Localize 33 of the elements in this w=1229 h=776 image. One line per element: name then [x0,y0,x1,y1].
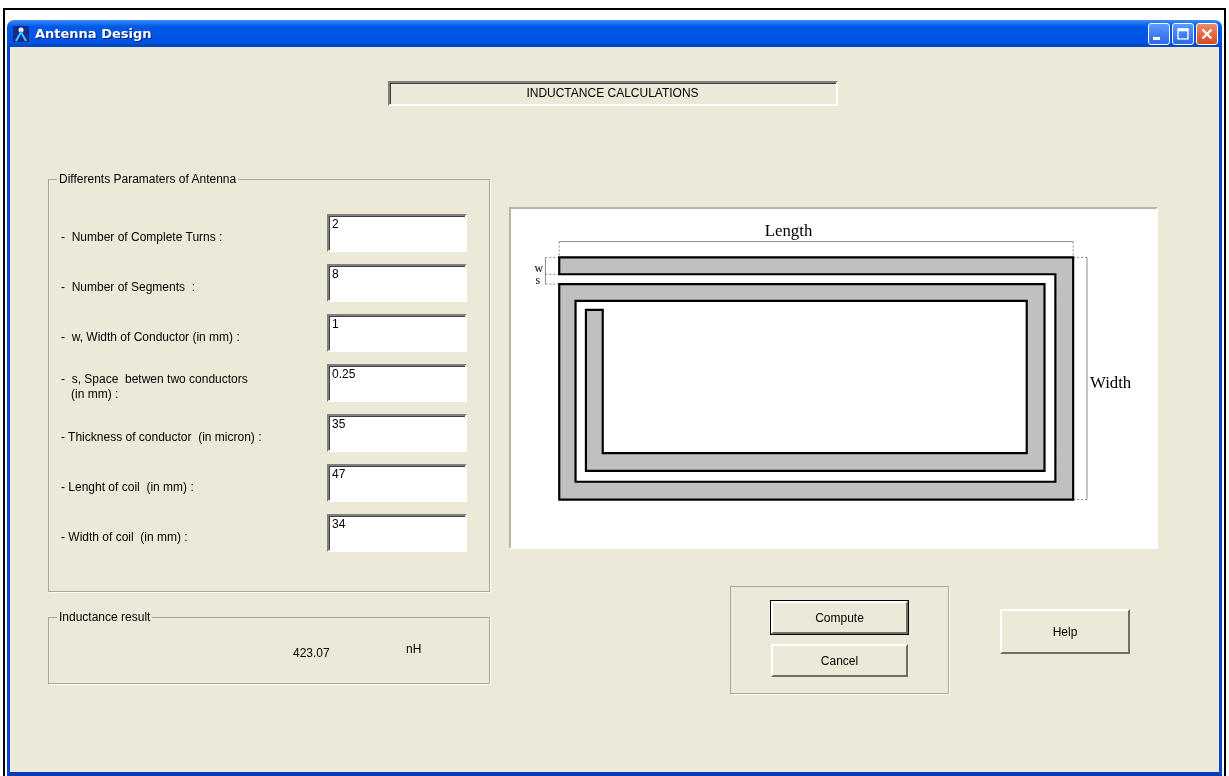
minimize-icon [1153,37,1160,40]
close-button[interactable] [1196,22,1218,45]
input-field[interactable]: 47 [327,464,467,502]
group-title: Differents Paramaters of Antenna [58,172,238,186]
compute-button[interactable]: Compute [771,601,908,634]
help-button[interactable]: Help [1000,609,1130,654]
input-field[interactable]: 34 [327,514,467,552]
section-heading: INDUCTANCE CALCULATIONS [387,81,838,106]
parameter-label: - Number of Segments : [61,278,196,295]
input-field[interactable]: 0.25 [327,364,467,402]
parameter-label: - s, Space betwen two conductors (in mm) : [61,371,248,402]
width-label: Width [1089,372,1132,392]
parameter-label: - Width of coil (in mm) : [61,528,188,545]
maximize-button[interactable] [1172,22,1194,45]
s-label: s [535,273,541,288]
window-title: Antenna Design [35,26,152,41]
input-field[interactable]: 35 [327,414,467,452]
minimize-button[interactable] [1148,22,1170,45]
input-field[interactable]: 8 [327,264,467,302]
length-label: Length [764,220,813,240]
result-unit: nH [406,642,422,656]
parameter-label: - Number of Complete Turns : [61,228,223,245]
parameter-label: - Thickness of conductor (in micron) : [61,428,262,445]
result-value: 423.07 [293,646,330,660]
input-field[interactable]: 1 [327,314,467,352]
parameter-label: - Lenght of coil (in mm) : [61,478,194,495]
cancel-button[interactable]: Cancel [771,644,908,677]
w-label: w [534,261,544,276]
input-field[interactable]: 2 [327,214,467,252]
parameter-label: - w, Width of Conductor (in mm) : [61,328,240,345]
antenna-app-icon [13,25,29,42]
spacing-dimension-line [544,256,560,285]
group-title: Inductance result [58,610,152,624]
